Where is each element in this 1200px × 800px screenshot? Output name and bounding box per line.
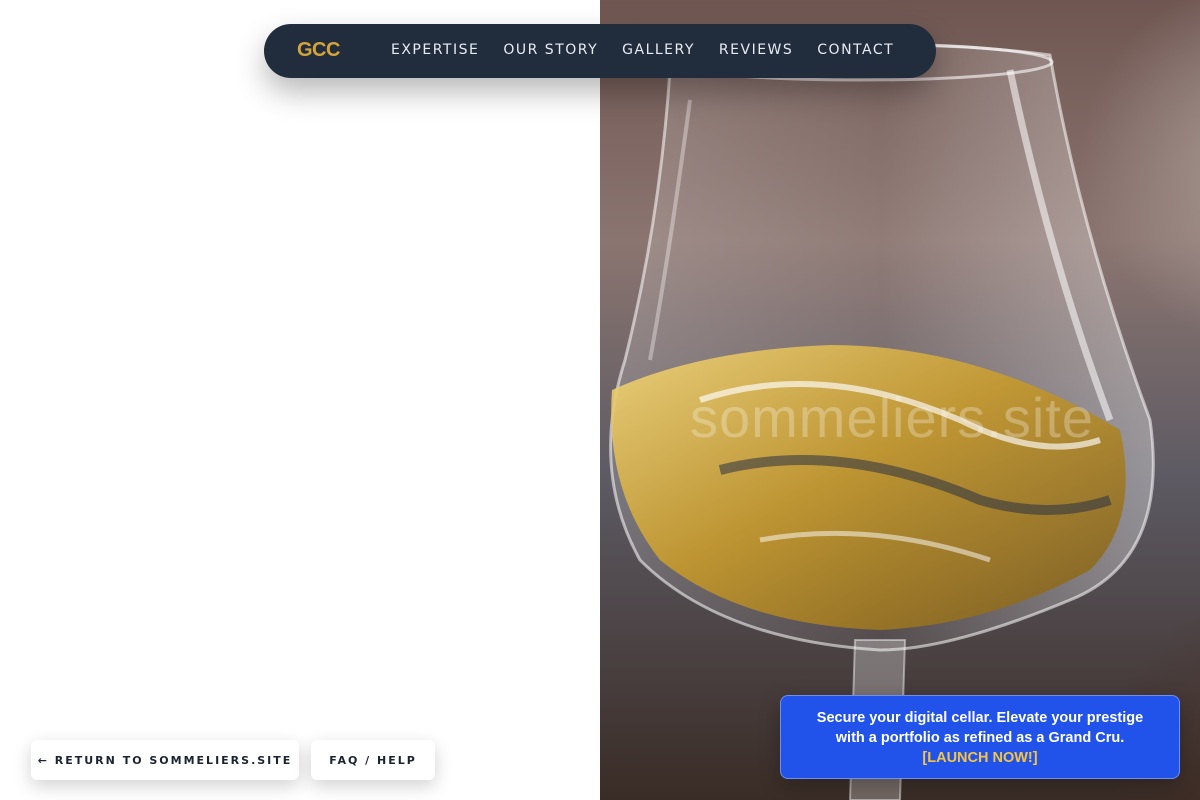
nav-link-gallery[interactable]: GALLERY [622, 42, 695, 58]
nav-link-contact[interactable]: CONTACT [817, 42, 894, 58]
promo-text: Secure your digital cellar. Elevate your… [816, 710, 1144, 746]
left-pane [0, 0, 600, 800]
nav-links: EXPERTISE OUR STORY GALLERY REVIEWS CONT… [391, 42, 894, 58]
nav-link-reviews[interactable]: REVIEWS [719, 42, 793, 58]
promo-banner: Secure your digital cellar. Elevate your… [780, 695, 1180, 779]
faq-help-button[interactable]: FAQ / HELP [311, 740, 435, 780]
watermark-text: sommeliers.site [690, 386, 1094, 449]
hero-wine-glass-photo: sommeliers.site [600, 0, 1200, 800]
nav-link-expertise[interactable]: EXPERTISE [391, 42, 479, 58]
launch-now-link[interactable]: [LAUNCH NOW!] [922, 750, 1037, 766]
top-navbar: GCC EXPERTISE OUR STORY GALLERY REVIEWS … [264, 24, 936, 78]
page: sommeliers.site GCC EXPERTISE OUR STORY … [0, 0, 1200, 800]
brand-logo[interactable]: GCC [297, 39, 340, 62]
return-to-site-button[interactable]: ← RETURN TO SOMMELIERS.SITE [31, 740, 299, 780]
nav-link-our-story[interactable]: OUR STORY [503, 42, 598, 58]
